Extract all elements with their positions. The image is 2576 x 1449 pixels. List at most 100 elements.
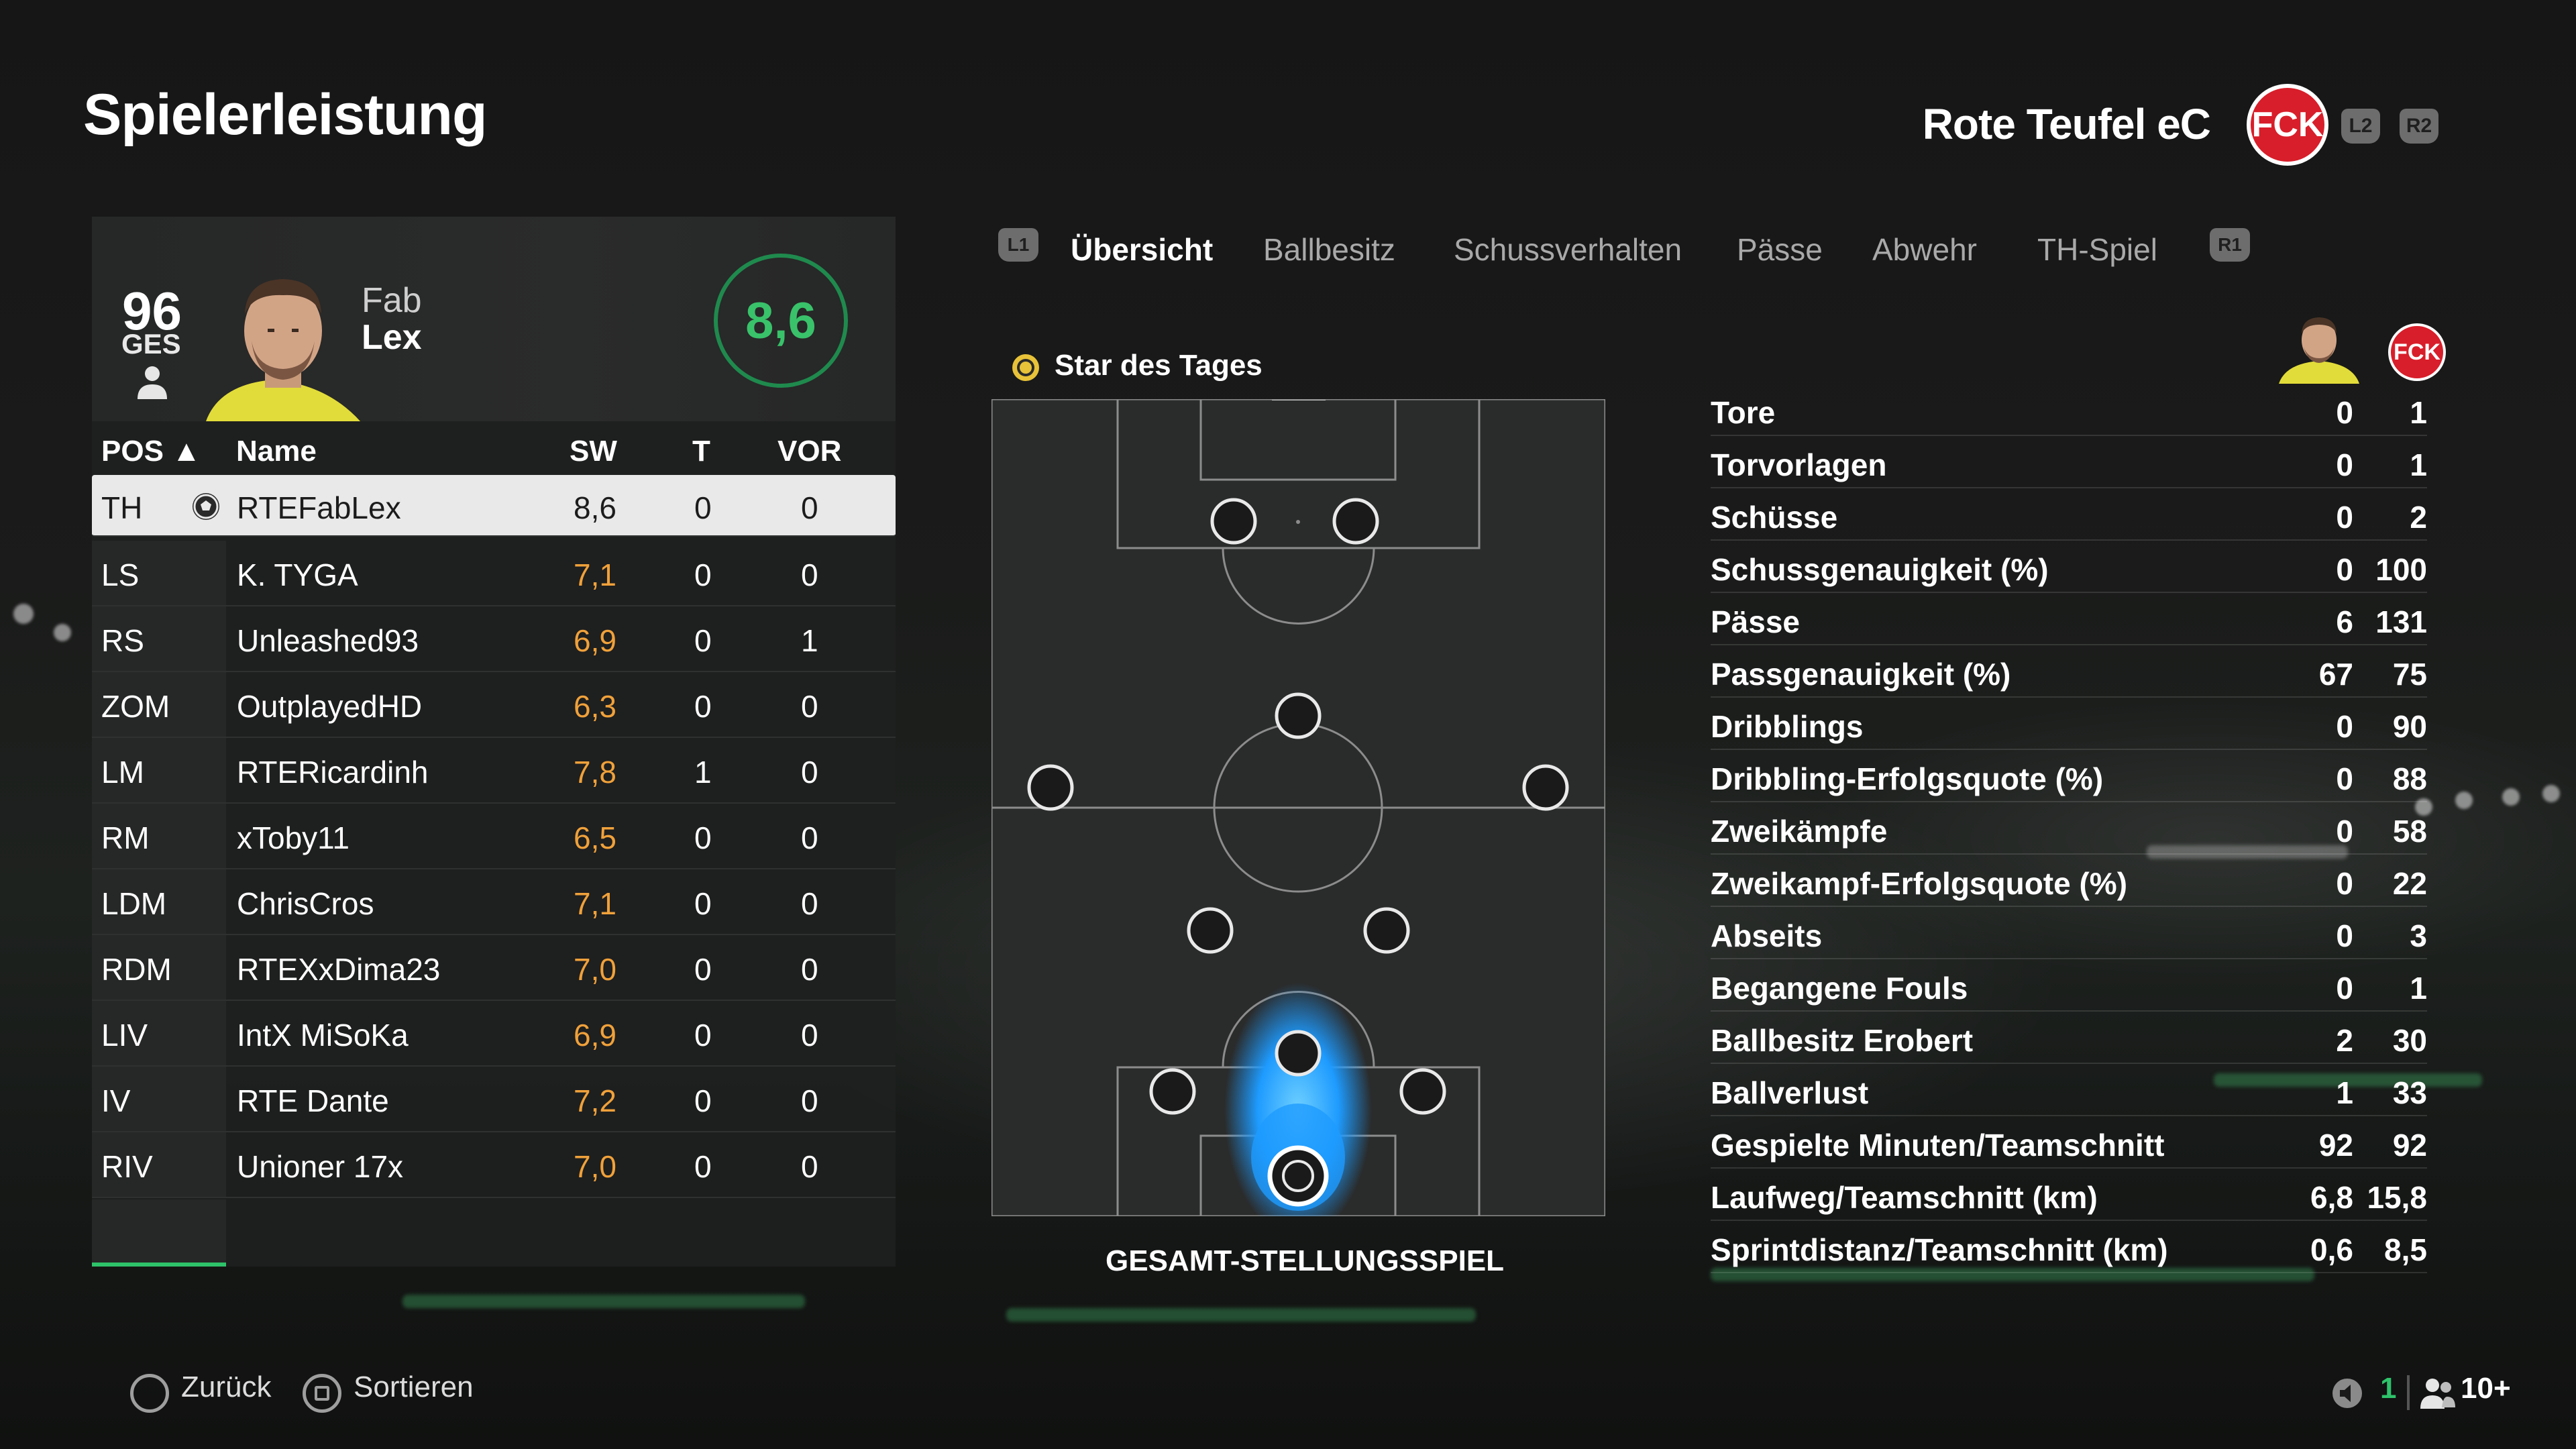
player-marker (1363, 907, 1410, 954)
stat-row: Tore 0 1 (1711, 384, 2427, 436)
star-of-the-day-icon (1012, 354, 1039, 381)
table-row[interactable]: LIV IntX MiSoKa 6,9 0 0 (92, 1001, 896, 1067)
stat-label: Zweikampf-Erfolgsquote (%) (1711, 866, 2128, 901)
table-row[interactable]: RS Unleashed93 6,9 0 1 (92, 606, 896, 672)
row-goals: 0 (694, 886, 712, 921)
club-crest-icon: FCK (2247, 84, 2328, 166)
stat-label: Gespielte Minuten/Teamschnitt (1711, 1128, 2165, 1163)
stat-team-value: 88 (2392, 761, 2427, 796)
row-pos: RS (101, 623, 144, 658)
stat-label: Schussgenauigkeit (%) (1711, 552, 2049, 587)
row-pos: ZOM (101, 689, 170, 724)
player-marker (1275, 692, 1322, 739)
tab-defending[interactable]: Abwehr (1872, 231, 1977, 268)
row-assists: 0 (801, 689, 818, 724)
row-assists: 0 (801, 952, 818, 987)
row-assists: 0 (801, 1083, 818, 1118)
l1-button[interactable]: L1 (998, 228, 1038, 262)
player-marker (1399, 1068, 1446, 1115)
table-row[interactable]: LS K. TYGA 7,1 0 0 (92, 541, 896, 606)
assists-header[interactable]: VOR (777, 435, 841, 468)
sort-button[interactable]: Sortieren (354, 1371, 474, 1404)
row-assists: 0 (801, 886, 818, 921)
row-assists: 0 (801, 1018, 818, 1053)
stat-team-value: 8,5 (2384, 1232, 2427, 1267)
stat-player-value: 0 (2336, 709, 2353, 744)
table-row[interactable]: TH RTEFabLex 8,6 0 0 (92, 475, 896, 537)
row-name: xToby11 (237, 820, 350, 855)
table-row[interactable]: LM RTERicardinh 7,8 1 0 (92, 738, 896, 804)
row-name: Unleashed93 (237, 623, 419, 658)
player-column-avatar (2279, 317, 2359, 384)
row-pos: TH (101, 490, 143, 525)
row-rating: 6,5 (574, 820, 616, 855)
tab-passing[interactable]: Pässe (1737, 231, 1823, 268)
back-button[interactable]: Zurück (181, 1371, 271, 1404)
rating-header[interactable]: SW (570, 435, 617, 468)
tab-possession[interactable]: Ballbesitz (1263, 231, 1395, 268)
tab-overview[interactable]: Übersicht (1071, 231, 1213, 268)
stat-row: Ballverlust 1 33 (1711, 1064, 2427, 1116)
row-name: OutplayedHD (237, 689, 423, 724)
table-row[interactable]: ZOM OutplayedHD 6,3 0 0 (92, 672, 896, 738)
tab-goalkeeping[interactable]: TH-Spiel (2037, 231, 2157, 268)
stat-team-value: 1 (2410, 971, 2427, 1006)
stat-team-value: 1 (2410, 447, 2427, 482)
player-last-name: Lex (362, 318, 422, 357)
row-rating: 7,0 (574, 952, 616, 987)
row-name: K. TYGA (237, 557, 358, 592)
stat-row: Schüsse 0 2 (1711, 488, 2427, 541)
player-marker (1210, 498, 1257, 545)
name-header[interactable]: Name (236, 435, 317, 468)
stat-label: Torvorlagen (1711, 447, 1887, 482)
row-rating: 7,1 (574, 557, 616, 592)
stat-label: Ballbesitz Erobert (1711, 1023, 1974, 1058)
stat-row: Torvorlagen 0 1 (1711, 436, 2427, 488)
stat-player-value: 1 (2336, 1075, 2353, 1110)
goals-header[interactable]: T (692, 435, 710, 468)
row-name: RTE Dante (237, 1083, 389, 1118)
row-assists: 0 (801, 1149, 818, 1184)
soccer-ball-icon (193, 493, 219, 520)
star-of-the-day-label: Star des Tages (1055, 349, 1263, 382)
player-marker (1027, 764, 1074, 811)
stat-row: Passgenauigkeit (%) 67 75 (1711, 645, 2427, 698)
stat-row: Pässe 6 131 (1711, 593, 2427, 645)
circle-button-icon[interactable] (130, 1374, 169, 1413)
row-pos: IV (101, 1083, 131, 1118)
r1-button[interactable]: R1 (2210, 228, 2250, 262)
stat-player-value: 92 (2318, 1128, 2353, 1163)
stat-row: Sprintdistanz/Teamschnitt (km) 0,6 8,5 (1711, 1221, 2427, 1273)
table-row[interactable]: RM xToby11 6,5 0 0 (92, 804, 896, 869)
row-pos: LS (101, 557, 140, 592)
table-row[interactable]: LDM ChrisCros 7,1 0 0 (92, 869, 896, 935)
table-row[interactable]: IV RTE Dante 7,2 0 0 (92, 1067, 896, 1132)
row-rating: 8,6 (574, 490, 616, 525)
footer-divider (2407, 1375, 2410, 1410)
stat-team-value: 100 (2375, 552, 2427, 587)
row-rating: 7,0 (574, 1149, 616, 1184)
stat-team-value: 3 (2410, 918, 2427, 953)
stat-row: Dribblings 0 90 (1711, 698, 2427, 750)
player-marker (1522, 764, 1569, 811)
match-rating-ring: 8,6 (714, 254, 848, 388)
table-row[interactable]: RDM RTEXxDima23 7,0 0 0 (92, 935, 896, 1001)
row-goals: 0 (694, 490, 712, 525)
l2-button[interactable]: L2 (2341, 109, 2380, 144)
row-name: RTEXxDima23 (237, 952, 441, 987)
stat-player-value: 0 (2336, 447, 2353, 482)
stat-team-value: 1 (2410, 395, 2427, 430)
sort-pos-header[interactable]: POS ▲ (101, 435, 201, 468)
r2-button[interactable]: R2 (2400, 109, 2438, 144)
table-header: POS ▲ Name SW T VOR (92, 421, 896, 475)
row-goals: 0 (694, 1018, 712, 1053)
tab-shooting[interactable]: Schussverhalten (1454, 231, 1682, 268)
stat-player-value: 6 (2336, 604, 2353, 639)
square-button-icon[interactable] (303, 1374, 341, 1413)
table-row[interactable]: RIV Unioner 17x 7,0 0 0 (92, 1132, 896, 1198)
stat-label: Tore (1711, 395, 1776, 430)
stat-player-value: 0,6 (2310, 1232, 2353, 1267)
pitch-caption: GESAMT-STELLUNGSSPIEL (1106, 1244, 1505, 1277)
row-assists: 0 (801, 820, 818, 855)
stat-row: Begangene Fouls 0 1 (1711, 959, 2427, 1012)
